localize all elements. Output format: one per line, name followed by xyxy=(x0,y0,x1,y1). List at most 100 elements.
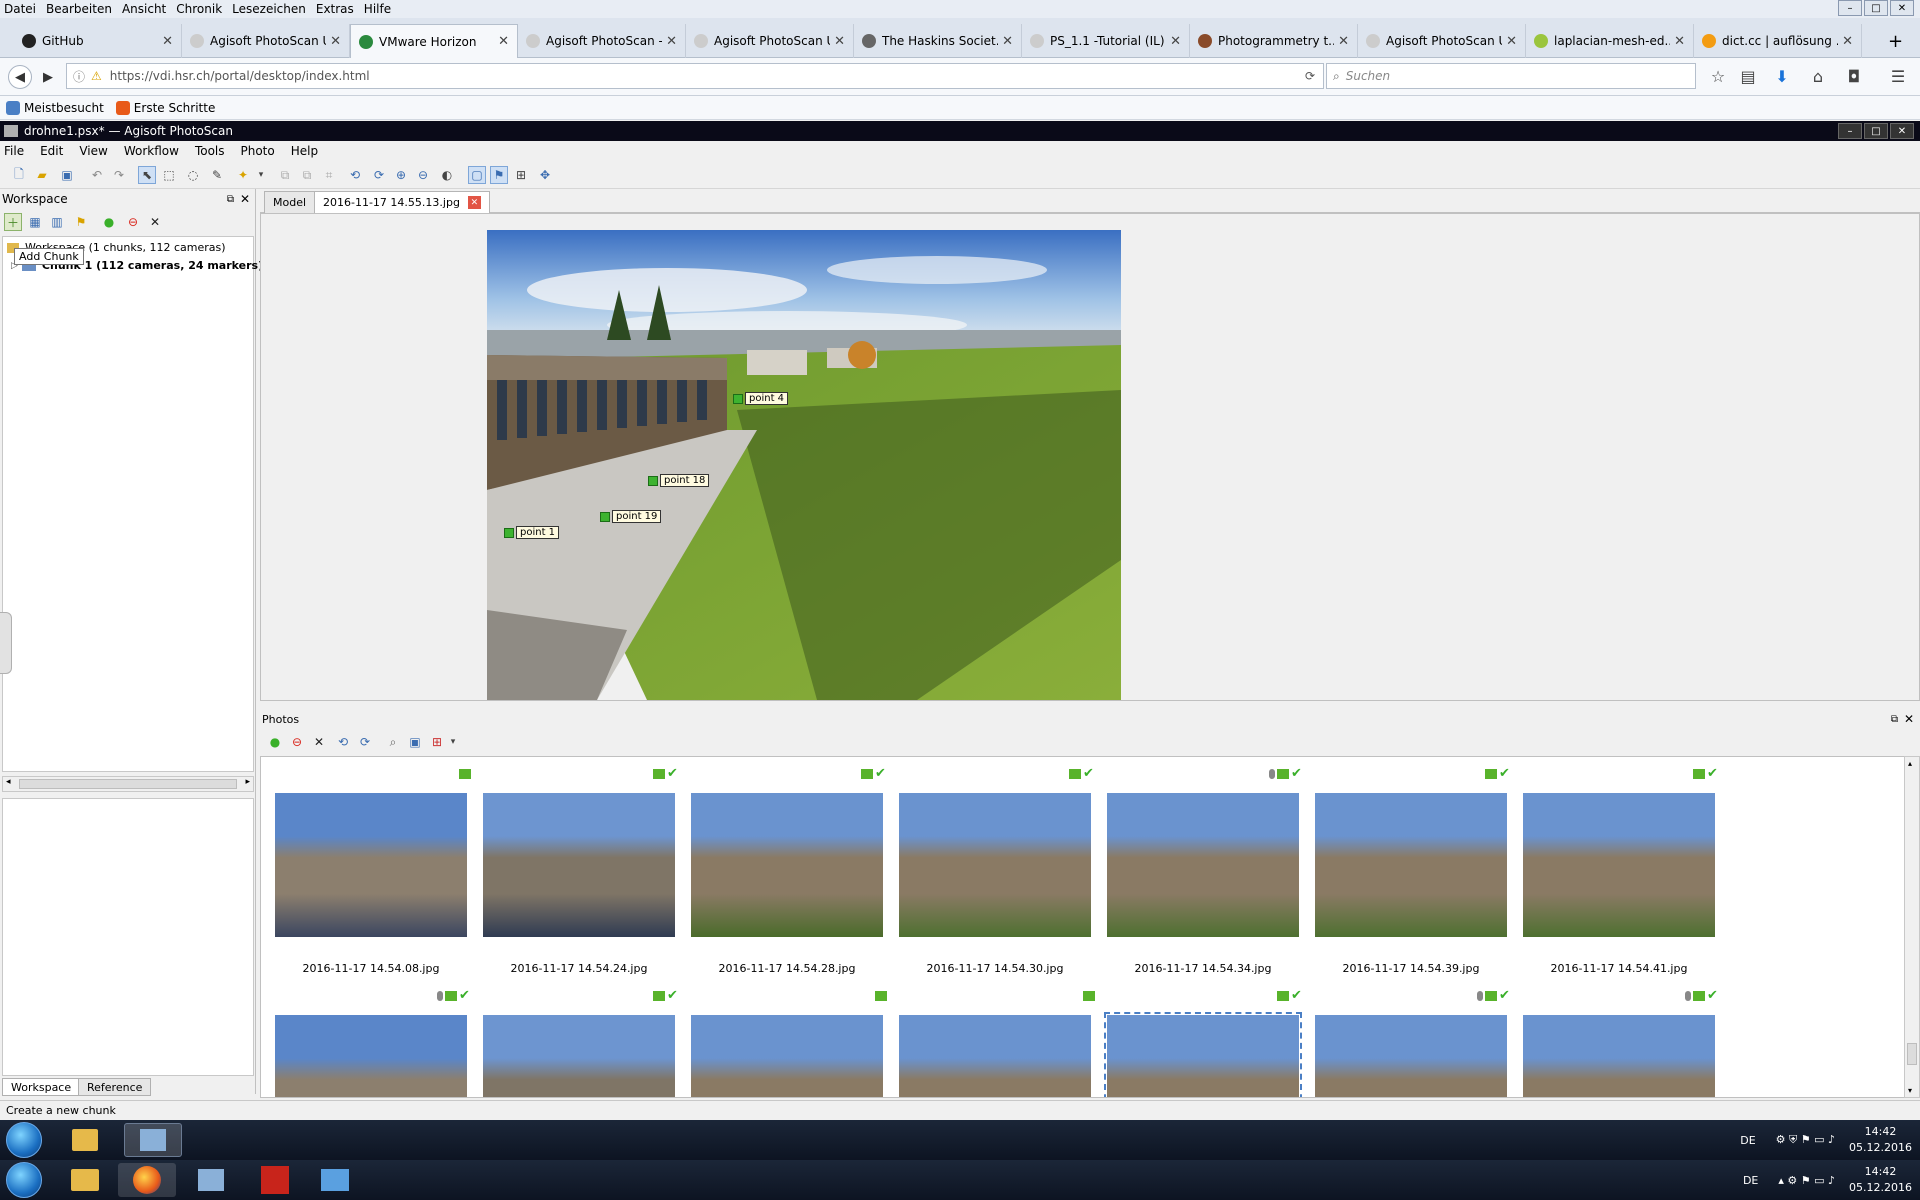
show-markers-icon[interactable]: ⚑ xyxy=(490,166,508,184)
photo-thumbnail[interactable]: ✔ 2016-11-17 14.54.34.jpg xyxy=(1105,757,1313,975)
firefox-taskbar-button[interactable] xyxy=(118,1163,176,1197)
add-folder-icon[interactable]: ▥ xyxy=(48,213,66,231)
rotate-left-icon[interactable]: ⟲ xyxy=(334,733,352,751)
bookmark-item[interactable]: Meistbesucht xyxy=(6,100,104,115)
scroll-thumb[interactable] xyxy=(19,779,237,789)
move-icon[interactable]: ✥ xyxy=(536,166,554,184)
copy-icon[interactable]: ⧉ xyxy=(276,166,294,184)
photoscan-taskbar-button[interactable] xyxy=(124,1123,182,1157)
browser-tab[interactable]: PS_1.1 -Tutorial (IL) - B... ✕ xyxy=(1022,24,1190,58)
photo-thumbnail[interactable] xyxy=(897,979,1105,1097)
explorer-taskbar-button[interactable] xyxy=(56,1123,114,1157)
clock[interactable]: 14:42 05.12.2016 xyxy=(1849,1164,1912,1196)
minimize-icon[interactable]: – xyxy=(1838,0,1862,16)
search-input[interactable]: ⌕ Suchen xyxy=(1326,63,1696,89)
close-tab-icon[interactable]: ✕ xyxy=(498,34,509,49)
acrobat-taskbar-button[interactable] xyxy=(246,1163,304,1197)
reload-icon[interactable]: ⟳ xyxy=(1305,69,1315,83)
close-tab-icon[interactable]: ✕ xyxy=(330,34,341,49)
intelligent-scissors-icon[interactable]: ✎ xyxy=(208,166,226,184)
rectangle-selection-icon[interactable]: ⬚ xyxy=(160,166,178,184)
save-icon[interactable]: ▣ xyxy=(58,166,76,184)
browser-tab[interactable]: GitHub ✕ xyxy=(14,24,182,58)
free-form-selection-icon[interactable]: ◌ xyxy=(184,166,202,184)
enable-icon[interactable]: ● xyxy=(266,733,284,751)
menu-item-lesezeichen[interactable]: Lesezeichen xyxy=(232,2,306,16)
zoom-out-icon[interactable]: ⊖ xyxy=(414,166,432,184)
start-button[interactable] xyxy=(6,1122,42,1158)
side-collapse-handle[interactable] xyxy=(0,612,12,674)
tray-icons[interactable]: ⚙ ⛨ ⚑ ▭ ♪ xyxy=(1776,1133,1835,1147)
photo-thumbnail[interactable] xyxy=(689,979,897,1097)
browser-tab[interactable]: Photogrammetry t... ✕ xyxy=(1190,24,1358,58)
download-icon[interactable]: ⬇ xyxy=(1770,64,1794,88)
tab-reference[interactable]: Reference xyxy=(78,1078,152,1096)
close-icon[interactable]: ✕ xyxy=(1890,0,1914,16)
photos-grid[interactable]: 2016-11-17 14.54.08.jpg ✔ 2016-11-17 14.54… xyxy=(260,756,1906,1098)
menu-item-photo[interactable]: Photo xyxy=(241,144,275,158)
photo-thumbnail[interactable]: ✔ 2016-11-17 14.54.30.jpg xyxy=(897,757,1105,975)
filter-icon[interactable]: ⌕ xyxy=(384,733,402,751)
open-folder-icon[interactable]: ▰ xyxy=(33,166,51,184)
scroll-down-icon[interactable]: ▾ xyxy=(1908,1086,1912,1095)
explorer-taskbar-button[interactable] xyxy=(56,1163,114,1197)
forward-icon[interactable]: ▶ xyxy=(36,65,60,89)
remove-icon[interactable]: ✕ xyxy=(146,213,164,231)
photo-view-image[interactable] xyxy=(487,230,1121,700)
close-icon[interactable]: ✕ xyxy=(1890,123,1914,139)
photo-thumbnail[interactable]: ✔ 2016-11-17 14.54.41.jpg xyxy=(1521,757,1729,975)
brightness-icon[interactable]: ◐ xyxy=(438,166,456,184)
horizontal-scrollbar[interactable]: ◂ ▸ xyxy=(2,776,254,792)
menu-item-chronik[interactable]: Chronik xyxy=(176,2,222,16)
menu-item-ansicht[interactable]: Ansicht xyxy=(122,2,166,16)
close-tab-icon[interactable]: ✕ xyxy=(834,34,845,49)
rotate-right-icon[interactable]: ⟳ xyxy=(370,166,388,184)
browser-tab[interactable]: Agisoft PhotoScan - Ti... ✕ xyxy=(518,24,686,58)
menu-item-bearbeiten[interactable]: Bearbeiten xyxy=(46,2,112,16)
browser-tab[interactable]: Agisoft PhotoScan Use... ✕ xyxy=(182,24,350,58)
remove-icon[interactable]: ✕ xyxy=(310,733,328,751)
disable-icon[interactable]: ⊖ xyxy=(124,213,142,231)
marker-point-18[interactable]: point 18 xyxy=(648,474,710,487)
menu-item-help[interactable]: Help xyxy=(291,144,318,158)
close-tab-icon[interactable]: ✕ xyxy=(467,196,481,209)
menu-item-datei[interactable]: Datei xyxy=(4,2,36,16)
scroll-thumb[interactable] xyxy=(1907,1043,1917,1065)
photo-thumbnail[interactable]: ✔ xyxy=(1313,979,1521,1097)
rotate-right-icon[interactable]: ⟳ xyxy=(356,733,374,751)
language-indicator[interactable]: DE xyxy=(1740,1134,1755,1147)
photo-thumbnail[interactable]: ✔ 2016-11-17 14.54.24.jpg xyxy=(481,757,689,975)
close-tab-icon[interactable]: ✕ xyxy=(666,34,677,49)
photo-thumbnail[interactable]: ✔ xyxy=(1104,979,1313,1097)
maximize-icon[interactable]: □ xyxy=(1864,0,1888,16)
close-tab-icon[interactable]: ✕ xyxy=(1842,34,1853,49)
zoom-in-icon[interactable]: ⊕ xyxy=(392,166,410,184)
float-panel-icon[interactable]: ⧉ xyxy=(1891,714,1898,725)
menu-item-edit[interactable]: Edit xyxy=(40,144,63,158)
photo-thumbnail[interactable]: 2016-11-17 14.54.08.jpg xyxy=(273,757,481,975)
home-icon[interactable]: ⌂ xyxy=(1806,64,1830,88)
close-panel-icon[interactable]: ✕ xyxy=(1904,712,1914,726)
dropdown-arrow-icon[interactable]: ▾ xyxy=(252,166,270,184)
redo-icon[interactable]: ↷ xyxy=(110,166,128,184)
clock[interactable]: 14:42 05.12.2016 xyxy=(1849,1124,1912,1156)
film-taskbar-button[interactable] xyxy=(182,1163,240,1197)
remote-desktop-taskbar-button[interactable] xyxy=(306,1163,364,1197)
enable-icon[interactable]: ● xyxy=(100,213,118,231)
reading-list-icon[interactable]: ▤ xyxy=(1736,64,1760,88)
browser-tab[interactable]: Agisoft PhotoScan Use... ✕ xyxy=(1358,24,1526,58)
close-tab-icon[interactable]: ✕ xyxy=(1170,34,1181,49)
photo-thumbnail[interactable]: ✔ 2016-11-17 14.54.28.jpg xyxy=(689,757,897,975)
photo-thumbnail[interactable]: ✔ 2016-11-17 14.54.39.jpg xyxy=(1313,757,1521,975)
browser-tab[interactable]: The Haskins Societ... ✕ xyxy=(854,24,1022,58)
browser-tab[interactable]: laplacian-mesh-ed... ✕ xyxy=(1526,24,1694,58)
marker-point-4[interactable]: point 4 xyxy=(733,392,789,405)
close-tab-icon[interactable]: ✕ xyxy=(1506,34,1517,49)
bookmark-item[interactable]: Erste Schritte xyxy=(115,100,215,115)
minimize-icon[interactable]: – xyxy=(1838,123,1862,139)
scroll-left-icon[interactable]: ◂ xyxy=(6,777,11,787)
tray-icons[interactable]: ▴ ⚙ ⚑ ▭ ♪ xyxy=(1778,1174,1835,1187)
undo-icon[interactable]: ↶ xyxy=(88,166,106,184)
menu-item-extras[interactable]: Extras xyxy=(316,2,354,16)
rotate-left-icon[interactable]: ⟲ xyxy=(346,166,364,184)
